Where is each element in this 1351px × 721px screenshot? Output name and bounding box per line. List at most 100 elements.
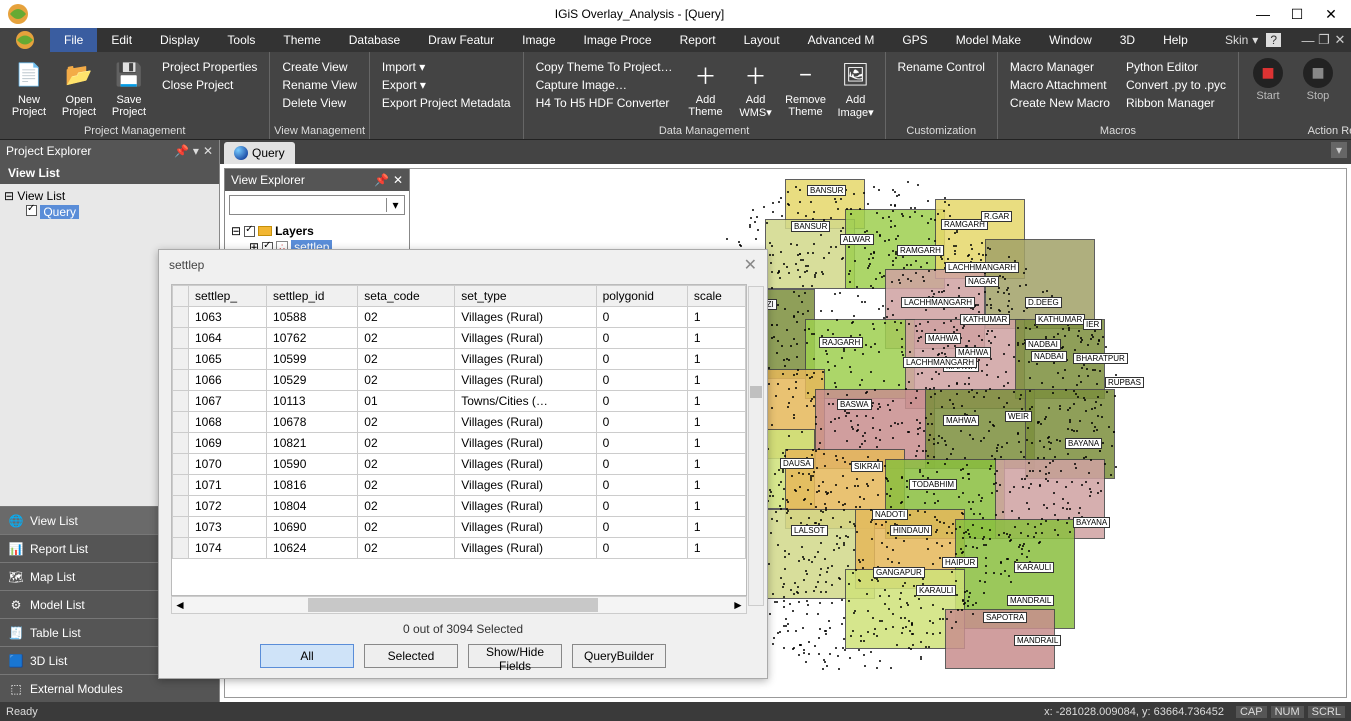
table-cell[interactable]: 10624 — [267, 538, 358, 559]
table-cell[interactable]: 1 — [687, 328, 745, 349]
window-close-button[interactable]: ✕ — [1315, 2, 1347, 26]
menu-item-image[interactable]: Image — [508, 28, 569, 52]
query-builder-button[interactable]: QueryBuilder — [572, 644, 666, 668]
column-header[interactable]: set_type — [455, 286, 596, 307]
table-cell[interactable]: 1 — [687, 496, 745, 517]
mdi-minimize-button[interactable]: — — [1301, 33, 1315, 48]
selected-button[interactable]: Selected — [364, 644, 458, 668]
menu-item-3d[interactable]: 3D — [1106, 28, 1149, 52]
table-cell[interactable]: 02 — [358, 412, 455, 433]
table-cell[interactable]: Villages (Rural) — [455, 454, 596, 475]
project-properties-button[interactable]: Project Properties — [156, 58, 263, 76]
menu-item-layout[interactable]: Layout — [730, 28, 794, 52]
table-row[interactable]: 10731069002Villages (Rural)01 — [173, 517, 746, 538]
table-row[interactable]: 10681067802Villages (Rural)01 — [173, 412, 746, 433]
close-icon[interactable]: ✕ — [393, 173, 403, 187]
delete-view-button[interactable]: Delete View — [276, 94, 362, 112]
import--button[interactable]: Import ▾ — [376, 58, 517, 76]
row-header[interactable] — [173, 496, 189, 517]
vertical-scrollbar[interactable] — [748, 286, 764, 606]
table-cell[interactable]: Villages (Rural) — [455, 328, 596, 349]
add-theme-button[interactable]: ＋AddTheme — [683, 56, 729, 121]
create-view-button[interactable]: Create View — [276, 58, 362, 76]
row-header[interactable] — [173, 328, 189, 349]
table-cell[interactable]: 10678 — [267, 412, 358, 433]
copy-theme-to-project--button[interactable]: Copy Theme To Project… — [530, 58, 679, 76]
table-cell[interactable]: 0 — [596, 496, 687, 517]
table-cell[interactable]: 1 — [687, 475, 745, 496]
table-cell[interactable]: 10529 — [267, 370, 358, 391]
table-cell[interactable]: 0 — [596, 307, 687, 328]
menu-item-gps[interactable]: GPS — [888, 28, 941, 52]
macro-attachment-button[interactable]: Macro Attachment — [1004, 76, 1116, 94]
pin-icon[interactable]: 📌 — [374, 173, 389, 187]
table-cell[interactable]: 02 — [358, 517, 455, 538]
window-maximize-button[interactable]: ☐ — [1281, 2, 1313, 26]
table-cell[interactable]: 0 — [596, 538, 687, 559]
table-cell[interactable]: 02 — [358, 328, 455, 349]
row-header[interactable] — [173, 433, 189, 454]
open-project-button[interactable]: 📂OpenProject — [56, 56, 102, 121]
menu-item-tools[interactable]: Tools — [213, 28, 269, 52]
close-icon[interactable]: ✕ — [203, 144, 213, 158]
column-header[interactable]: settlep_id — [267, 286, 358, 307]
rename-control-button[interactable]: Rename Control — [892, 58, 991, 76]
menu-item-help[interactable]: Help — [1149, 28, 1202, 52]
table-cell[interactable]: 1 — [687, 517, 745, 538]
table-cell[interactable]: 0 — [596, 391, 687, 412]
menu-item-draw-featur[interactable]: Draw Featur — [414, 28, 508, 52]
mdi-restore-button[interactable]: ❐ — [1317, 32, 1331, 48]
menu-item-theme[interactable]: Theme — [269, 28, 334, 52]
table-cell[interactable]: 1 — [687, 454, 745, 475]
row-header[interactable] — [173, 391, 189, 412]
column-header[interactable]: seta_code — [358, 286, 455, 307]
tree-collapse-icon[interactable]: ⊟ — [4, 189, 14, 203]
remove-theme-button[interactable]: −RemoveTheme — [783, 56, 829, 121]
ribbon-manager-button[interactable]: Ribbon Manager — [1120, 94, 1232, 112]
map-region[interactable] — [925, 389, 1035, 469]
table-cell[interactable]: 10599 — [267, 349, 358, 370]
table-row[interactable]: 10671011301Towns/Cities (…01 — [173, 391, 746, 412]
table-cell[interactable]: Towns/Cities (… — [455, 391, 596, 412]
recorder-start-button[interactable]: ■Start — [1245, 56, 1291, 121]
table-cell[interactable]: 02 — [358, 370, 455, 391]
table-row[interactable]: 10631058802Villages (Rural)01 — [173, 307, 746, 328]
macro-manager-button[interactable]: Macro Manager — [1004, 58, 1116, 76]
table-cell[interactable]: 02 — [358, 307, 455, 328]
table-cell[interactable]: 0 — [596, 328, 687, 349]
menu-item-file[interactable]: File — [50, 28, 97, 52]
table-cell[interactable]: 1 — [687, 538, 745, 559]
export--button[interactable]: Export ▾ — [376, 76, 517, 94]
table-cell[interactable]: 10588 — [267, 307, 358, 328]
row-header[interactable] — [173, 454, 189, 475]
menu-item-report[interactable]: Report — [666, 28, 730, 52]
row-header[interactable] — [173, 475, 189, 496]
dropdown-icon[interactable]: ▾ — [193, 144, 199, 158]
table-cell[interactable]: 1 — [687, 391, 745, 412]
table-cell[interactable]: 10804 — [267, 496, 358, 517]
horizontal-scrollbar[interactable]: ◄ ► — [171, 596, 747, 614]
table-cell[interactable]: 0 — [596, 475, 687, 496]
table-cell[interactable]: 02 — [358, 496, 455, 517]
table-cell[interactable]: 1064 — [189, 328, 267, 349]
convert-py-to-pyc-button[interactable]: Convert .py to .pyc — [1120, 76, 1232, 94]
table-cell[interactable]: 10762 — [267, 328, 358, 349]
recorder-pause-button[interactable]: ❚❚Pause — [1345, 56, 1351, 121]
show-hide-fields-button[interactable]: Show/Hide Fields — [468, 644, 562, 668]
export-project-metadata-button[interactable]: Export Project Metadata — [376, 94, 517, 112]
menu-item-image-proce[interactable]: Image Proce — [570, 28, 666, 52]
table-cell[interactable]: 1066 — [189, 370, 267, 391]
table-cell[interactable]: 1069 — [189, 433, 267, 454]
close-project-button[interactable]: Close Project — [156, 76, 263, 94]
menu-item-model-make[interactable]: Model Make — [942, 28, 1035, 52]
row-header[interactable] — [173, 517, 189, 538]
scrollbar-thumb[interactable] — [308, 598, 598, 612]
table-cell[interactable]: Villages (Rural) — [455, 307, 596, 328]
table-cell[interactable]: 01 — [358, 391, 455, 412]
scrollbar-thumb[interactable] — [750, 386, 762, 398]
table-cell[interactable]: 10690 — [267, 517, 358, 538]
row-header[interactable] — [173, 349, 189, 370]
table-cell[interactable]: Villages (Rural) — [455, 496, 596, 517]
table-row[interactable]: 10661052902Villages (Rural)01 — [173, 370, 746, 391]
table-cell[interactable]: 02 — [358, 349, 455, 370]
